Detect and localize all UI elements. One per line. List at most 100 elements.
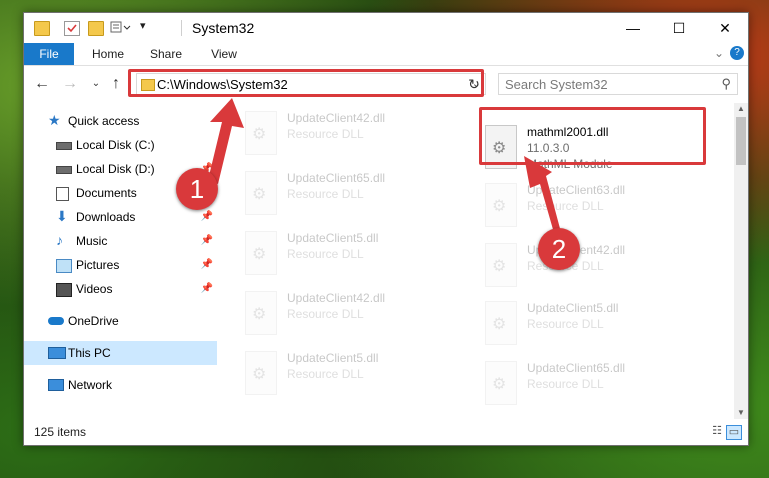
- vertical-scrollbar[interactable]: ▲ ▼: [734, 103, 748, 419]
- dll-file-icon: ⚙: [485, 301, 517, 345]
- sidebar-item-label: Documents: [76, 186, 137, 200]
- file-name: UpdateClient42.dll: [287, 291, 386, 305]
- scroll-up-icon[interactable]: ▲: [734, 103, 748, 115]
- item-count: 125 items: [34, 425, 87, 439]
- sidebar-item-downloads[interactable]: ⬇ Downloads 📌: [24, 205, 217, 229]
- file-name: UpdateClient65.dll: [287, 171, 386, 185]
- drive-icon: [56, 166, 72, 174]
- minimize-button[interactable]: —: [610, 13, 656, 43]
- new-folder-icon[interactable]: [88, 21, 104, 36]
- dll-file-icon: ⚙: [245, 171, 277, 215]
- forward-arrow-icon[interactable]: →: [60, 73, 80, 95]
- file-item[interactable]: ⚙ UpdateClient65.dll Resource DLL: [245, 169, 475, 219]
- tab-share[interactable]: Share: [144, 43, 188, 65]
- file-item[interactable]: ⚙ UpdateClient5.dll Resource DLL: [485, 299, 715, 349]
- sidebar-item-network[interactable]: Network: [24, 373, 217, 397]
- documents-icon: [56, 187, 69, 201]
- step-2-badge: 2: [538, 228, 580, 270]
- file-item[interactable]: ⚙ UpdateClient42.dll Resource DLL: [245, 289, 475, 339]
- sidebar-item-label: Downloads: [76, 210, 136, 224]
- scroll-down-icon[interactable]: ▼: [734, 407, 748, 419]
- quick-access-dropdown-icon[interactable]: ▾: [140, 19, 146, 32]
- recent-locations-icon[interactable]: ⌄: [86, 73, 106, 95]
- properties-icon[interactable]: [64, 21, 80, 36]
- file-name: UpdateClient65.dll: [527, 361, 626, 375]
- file-item[interactable]: ⚙ UpdateClient42.dll Resource DLL: [245, 109, 475, 159]
- sidebar-item-quick-access[interactable]: ★ Quick access: [24, 109, 217, 133]
- file-type: Resource DLL: [287, 367, 364, 381]
- tiles-view-icon[interactable]: ▭: [726, 425, 742, 440]
- dll-file-icon: ⚙: [245, 111, 277, 155]
- address-bar-highlight: [128, 69, 484, 97]
- dll-file-icon: ⚙: [485, 183, 517, 227]
- ribbon: File Home Share View ⌄ ?: [24, 43, 748, 66]
- scrollbar-thumb[interactable]: [736, 117, 746, 165]
- title-separator: [181, 20, 182, 36]
- dll-file-icon: ⚙: [245, 351, 277, 395]
- dll-file-icon: ⚙: [485, 361, 517, 405]
- tab-file[interactable]: File: [24, 43, 74, 65]
- sidebar-item-videos[interactable]: Videos 📌: [24, 277, 217, 301]
- customize-quick-access-icon[interactable]: [110, 21, 131, 34]
- sidebar-item-local-disk-c[interactable]: Local Disk (C:): [24, 133, 217, 157]
- sidebar-item-label: Pictures: [76, 258, 120, 272]
- pin-icon: 📌: [200, 283, 213, 294]
- sidebar-item-label: Music: [76, 234, 108, 248]
- pin-icon: 📌: [200, 235, 213, 246]
- sidebar-item-this-pc[interactable]: This PC: [24, 341, 217, 365]
- up-arrow-icon[interactable]: ↑: [106, 73, 126, 95]
- file-item[interactable]: ⚙ UpdateClient5.dll Resource DLL: [245, 229, 475, 279]
- network-icon: [48, 379, 64, 391]
- sidebar-item-label: Network: [68, 378, 113, 392]
- videos-icon: [56, 283, 72, 297]
- drive-icon: [56, 142, 72, 150]
- sidebar-item-label: This PC: [68, 346, 111, 360]
- back-arrow-icon[interactable]: ←: [32, 73, 52, 95]
- file-type: Resource DLL: [527, 317, 604, 331]
- help-icon[interactable]: ?: [730, 46, 744, 60]
- file-type: Resource DLL: [287, 247, 364, 261]
- dll-file-icon: ⚙: [485, 243, 517, 287]
- computer-icon: [48, 347, 66, 359]
- file-name: UpdateClient63.dll: [527, 183, 626, 197]
- maximize-button[interactable]: ☐: [656, 13, 702, 43]
- close-button[interactable]: ✕: [702, 13, 748, 43]
- file-item[interactable]: ⚙ UpdateClient42.dll Resource DLL: [485, 241, 715, 291]
- file-item[interactable]: ⚙ UpdateClient5.dll Resource DLL: [245, 349, 475, 399]
- star-icon: ★: [48, 112, 61, 128]
- folder-icon: [34, 21, 50, 36]
- file-type: Resource DLL: [287, 127, 364, 141]
- window-title: System32: [192, 20, 255, 36]
- search-placeholder[interactable]: Search System32: [505, 77, 608, 92]
- file-type: Resource DLL: [287, 307, 364, 321]
- sidebar-item-onedrive[interactable]: OneDrive: [24, 309, 217, 333]
- file-type: Resource DLL: [527, 199, 604, 213]
- cloud-icon: [48, 317, 64, 325]
- pictures-icon: [56, 259, 72, 273]
- sidebar-item-music[interactable]: ♪ Music 📌: [24, 229, 217, 253]
- search-icon[interactable]: ⚲: [721, 76, 731, 92]
- file-type: Resource DLL: [287, 187, 364, 201]
- search-box[interactable]: Search System32 ⚲: [498, 73, 738, 95]
- sidebar-item-label: Quick access: [68, 114, 140, 128]
- file-item[interactable]: ⚙ UpdateClient65.dll Resource DLL: [485, 359, 715, 409]
- music-icon: ♪: [56, 232, 63, 248]
- file-name: UpdateClient42.dll: [287, 111, 386, 125]
- file-name: UpdateClient5.dll: [287, 351, 379, 365]
- dll-file-icon: ⚙: [245, 291, 277, 335]
- sidebar-item-label: Local Disk (D:): [76, 162, 155, 176]
- file-type: Resource DLL: [527, 377, 604, 391]
- tab-view[interactable]: View: [204, 43, 244, 65]
- status-bar: 125 items ☷ ▭: [24, 419, 748, 445]
- title-bar: ▾ System32 — ☐ ✕: [24, 13, 748, 43]
- tab-home[interactable]: Home: [88, 43, 128, 65]
- step-1-badge: 1: [176, 168, 218, 210]
- file-item[interactable]: ⚙ UpdateClient63.dll Resource DLL: [485, 181, 715, 231]
- dll-file-icon: ⚙: [245, 231, 277, 275]
- details-view-icon[interactable]: ☷: [710, 425, 724, 438]
- download-icon: ⬇: [56, 208, 68, 224]
- sidebar-item-pictures[interactable]: Pictures 📌: [24, 253, 217, 277]
- pin-icon: 📌: [200, 259, 213, 270]
- sidebar-item-label: Local Disk (C:): [76, 138, 155, 152]
- chevron-down-icon[interactable]: ⌄: [714, 46, 724, 60]
